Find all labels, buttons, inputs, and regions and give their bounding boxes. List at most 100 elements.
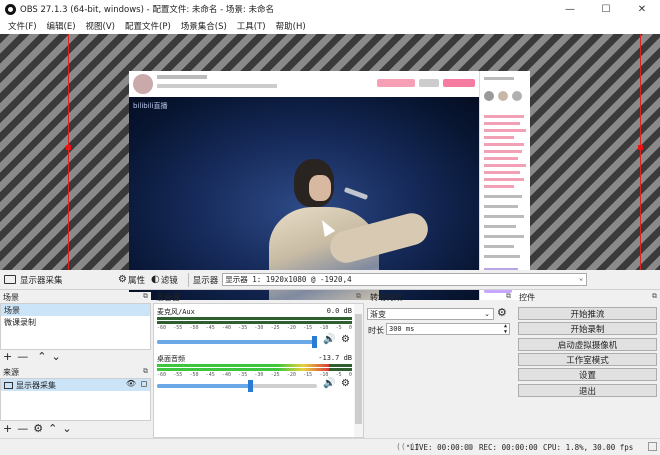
mixer-scrollbar[interactable]: [354, 304, 363, 437]
lock-icon[interactable]: [141, 381, 147, 387]
close-button[interactable]: ✕: [624, 0, 660, 18]
spinner-arrows-icon[interactable]: ▲ ▼: [504, 323, 507, 335]
page-button-blur: [419, 79, 439, 87]
eye-icon[interactable]: 👁: [126, 379, 136, 388]
scenes-dock: 场景 ⧉ 场景 微课录制 + — ⌃ ⌄: [0, 292, 151, 365]
maximize-button[interactable]: ☐: [588, 0, 624, 18]
start-streaming-button[interactable]: 开始推流: [518, 307, 657, 320]
properties-label: 属性: [127, 275, 145, 286]
controls-title: 控件: [519, 293, 535, 302]
chat-message-blur: [484, 215, 524, 218]
move-up-icon[interactable]: ⌃: [37, 350, 46, 363]
menu-file[interactable]: 文件(F): [3, 20, 42, 32]
add-scene-icon[interactable]: +: [3, 350, 12, 363]
volume-meter: [157, 317, 352, 320]
duration-label: 时长: [368, 326, 384, 335]
chevron-down-icon: ⌄: [484, 310, 490, 318]
preview-canvas[interactable]: bilibili直播: [0, 34, 660, 300]
resize-handle-left[interactable]: [66, 145, 71, 150]
transitions-title: 转场特效: [370, 293, 402, 302]
tick-label: -20: [286, 372, 296, 378]
tick-label: -45: [205, 325, 215, 331]
selected-source-name: 显示器采集: [20, 275, 63, 286]
resize-grip-icon: [648, 442, 657, 451]
undock-icon[interactable]: ⧉: [356, 292, 361, 301]
transitions-dock: 转场特效 ⧉ 渐变 ⌄ ⚙ 时长 300 ms ▲ ▼: [367, 292, 514, 438]
menu-scene-collection[interactable]: 场景集合(S): [176, 20, 232, 32]
menu-tools[interactable]: 工具(T): [232, 20, 271, 32]
gear-icon[interactable]: ⚙: [341, 378, 350, 389]
menu-edit[interactable]: 编辑(E): [42, 20, 81, 32]
undock-icon[interactable]: ⧉: [506, 292, 511, 301]
volume-meter: [157, 368, 352, 371]
source-item[interactable]: 显示器采集 👁: [1, 379, 150, 391]
volume-fader[interactable]: [157, 380, 317, 392]
scenes-title: 场景: [3, 293, 19, 302]
record-dot-icon: [467, 444, 473, 450]
move-down-icon[interactable]: ⌄: [62, 422, 71, 435]
chat-header-blur: [484, 77, 514, 80]
channel-name: 麦克风/Aux: [157, 308, 195, 316]
start-virtual-camera-button[interactable]: 启动虚拟摄像机: [518, 338, 657, 351]
chat-message-blur: [484, 143, 524, 146]
source-properties-gear-icon[interactable]: ⚙: [33, 422, 43, 435]
tick-label: -25: [270, 372, 280, 378]
filters-button[interactable]: ◐ 滤镜: [151, 274, 178, 286]
scrollbar-thumb[interactable]: [355, 314, 362, 424]
fader-knob[interactable]: [247, 380, 253, 392]
speaker-icon[interactable]: 🔊: [323, 378, 335, 389]
move-down-icon[interactable]: ⌄: [51, 350, 60, 363]
channel-name: 桌面音频: [157, 355, 185, 363]
menu-bar: 文件(F) 编辑(E) 视图(V) 配置文件(P) 场景集合(S) 工具(T) …: [0, 18, 660, 34]
singer-face: [309, 175, 331, 201]
undock-icon[interactable]: ⧉: [143, 292, 148, 301]
studio-mode-button[interactable]: 工作室模式: [518, 353, 657, 366]
move-up-icon[interactable]: ⌃: [48, 422, 57, 435]
tick-label: -5: [335, 325, 342, 331]
remove-scene-icon[interactable]: —: [17, 350, 28, 363]
volume-meter: [157, 364, 352, 367]
microphone-icon: [343, 187, 369, 200]
remove-source-icon[interactable]: —: [17, 422, 28, 435]
meter-ticks: -60 -55 -50 -45 -40 -35 -30 -25 -20 -15 -10 -5 0: [157, 325, 352, 334]
chat-message-blur: [484, 122, 520, 125]
speaker-icon[interactable]: 🔊: [323, 334, 335, 345]
scene-item[interactable]: 场景: [1, 304, 150, 316]
source-item-label: 显示器采集: [16, 380, 56, 390]
resize-handle-right[interactable]: [638, 145, 643, 150]
settings-button[interactable]: 设置: [518, 368, 657, 381]
chat-message-blur: [484, 115, 524, 118]
volume-fader[interactable]: [157, 336, 317, 348]
menu-help[interactable]: 帮助(H): [271, 20, 311, 32]
tick-label: -30: [254, 372, 264, 378]
minimize-button[interactable]: —: [552, 0, 588, 18]
exit-button[interactable]: 退出: [518, 384, 657, 397]
transition-select[interactable]: 渐变 ⌄: [367, 308, 494, 320]
display-select[interactable]: 显示器 1: 1920x1080 @ -1920,4 ⌄: [222, 273, 588, 286]
chat-sidebar: [479, 71, 530, 300]
status-bar: ((•)) LIVE: 00:00:00 REC: 00:00:00 CPU: …: [0, 438, 660, 455]
stream-info-blur: [157, 84, 277, 88]
tick-label: -15: [303, 325, 313, 331]
start-recording-button[interactable]: 开始录制: [518, 322, 657, 335]
stream-page-header: [129, 71, 479, 97]
menu-view[interactable]: 视图(V): [81, 20, 120, 32]
add-source-icon[interactable]: +: [3, 422, 12, 435]
menu-profile[interactable]: 配置文件(P): [120, 20, 176, 32]
scenes-dock-title: 场景 ⧉: [0, 292, 151, 303]
mixer-dock: 混音器 ⧉ 麦克风/Aux 0.0 dB -60 -55 -50 -45 -40 -35-…: [153, 292, 364, 438]
chat-message-blur: [484, 205, 518, 208]
fader-knob[interactable]: [311, 336, 317, 348]
properties-button[interactable]: ⚙ 属性: [118, 274, 145, 286]
chat-avatar: [484, 91, 494, 101]
undock-icon[interactable]: ⧉: [652, 292, 657, 301]
undock-icon[interactable]: ⧉: [143, 367, 148, 376]
chat-message-blur: [484, 255, 520, 258]
screen-capture-image: bilibili直播: [129, 71, 530, 300]
duration-input[interactable]: 300 ms ▲ ▼: [386, 323, 510, 335]
gear-icon[interactable]: ⚙: [497, 306, 507, 319]
gear-icon[interactable]: ⚙: [341, 334, 350, 345]
tick-label: -30: [254, 325, 264, 331]
scene-item[interactable]: 微课录制: [1, 316, 150, 328]
chat-message-blur: [484, 195, 522, 198]
